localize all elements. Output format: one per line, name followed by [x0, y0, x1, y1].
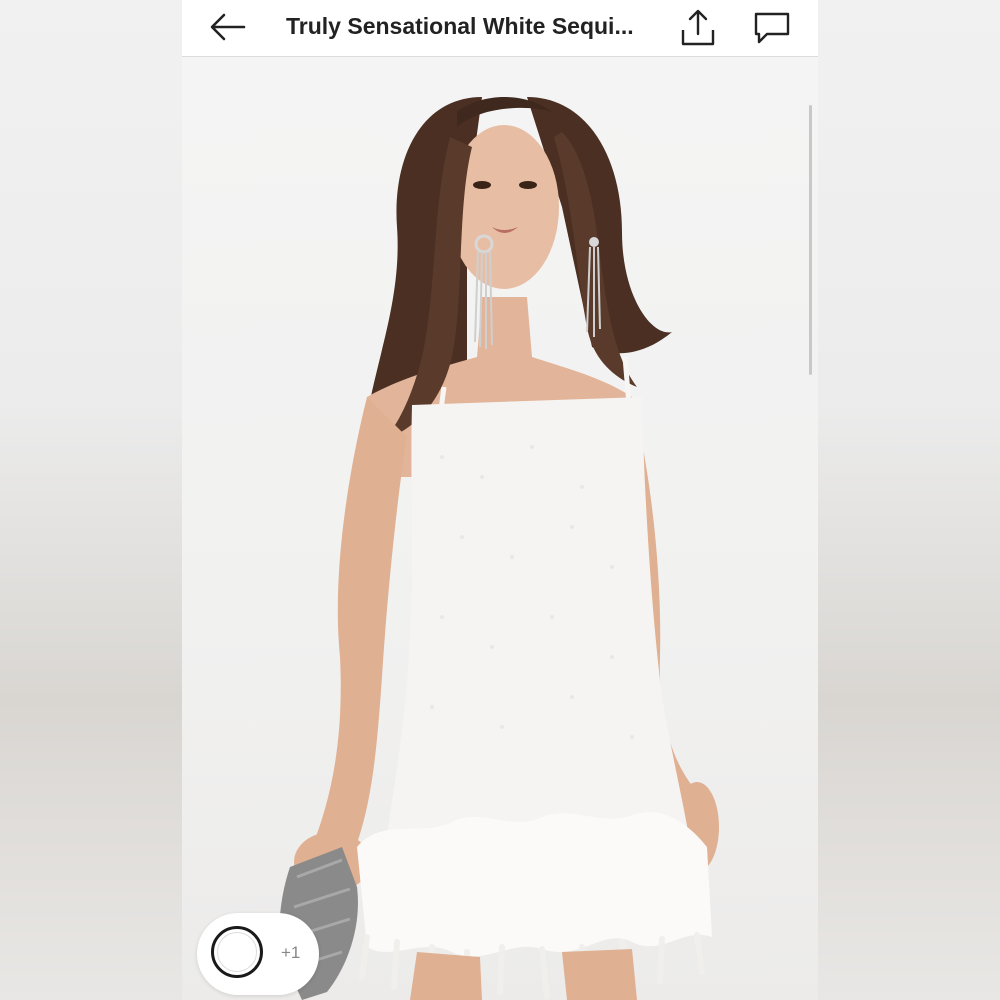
- more-colors-count[interactable]: +1: [281, 943, 300, 963]
- model-illustration: [279, 97, 719, 1000]
- product-image[interactable]: [182, 57, 818, 1000]
- color-variant-selector[interactable]: +1: [197, 913, 319, 995]
- comment-bubble-icon: [754, 12, 790, 44]
- page-title: Truly Sensational White Sequi...: [286, 13, 634, 39]
- share-button[interactable]: [676, 6, 720, 50]
- comment-button[interactable]: [750, 6, 794, 50]
- share-upload-icon: [681, 9, 715, 46]
- screenshot-frame: Truly Sensational White Sequi... +1: [0, 0, 1000, 1000]
- back-button[interactable]: [206, 8, 250, 46]
- blurred-backdrop-left: [0, 0, 182, 1000]
- scroll-indicator[interactable]: [809, 105, 812, 375]
- color-swatch-fill: [217, 932, 257, 972]
- blurred-backdrop-right: [818, 0, 1000, 1000]
- arrow-left-icon: [210, 13, 246, 41]
- app-screen: Truly Sensational White Sequi... +1: [182, 0, 818, 1000]
- selected-color-swatch[interactable]: [211, 926, 263, 978]
- top-navigation-bar: Truly Sensational White Sequi...: [182, 0, 818, 57]
